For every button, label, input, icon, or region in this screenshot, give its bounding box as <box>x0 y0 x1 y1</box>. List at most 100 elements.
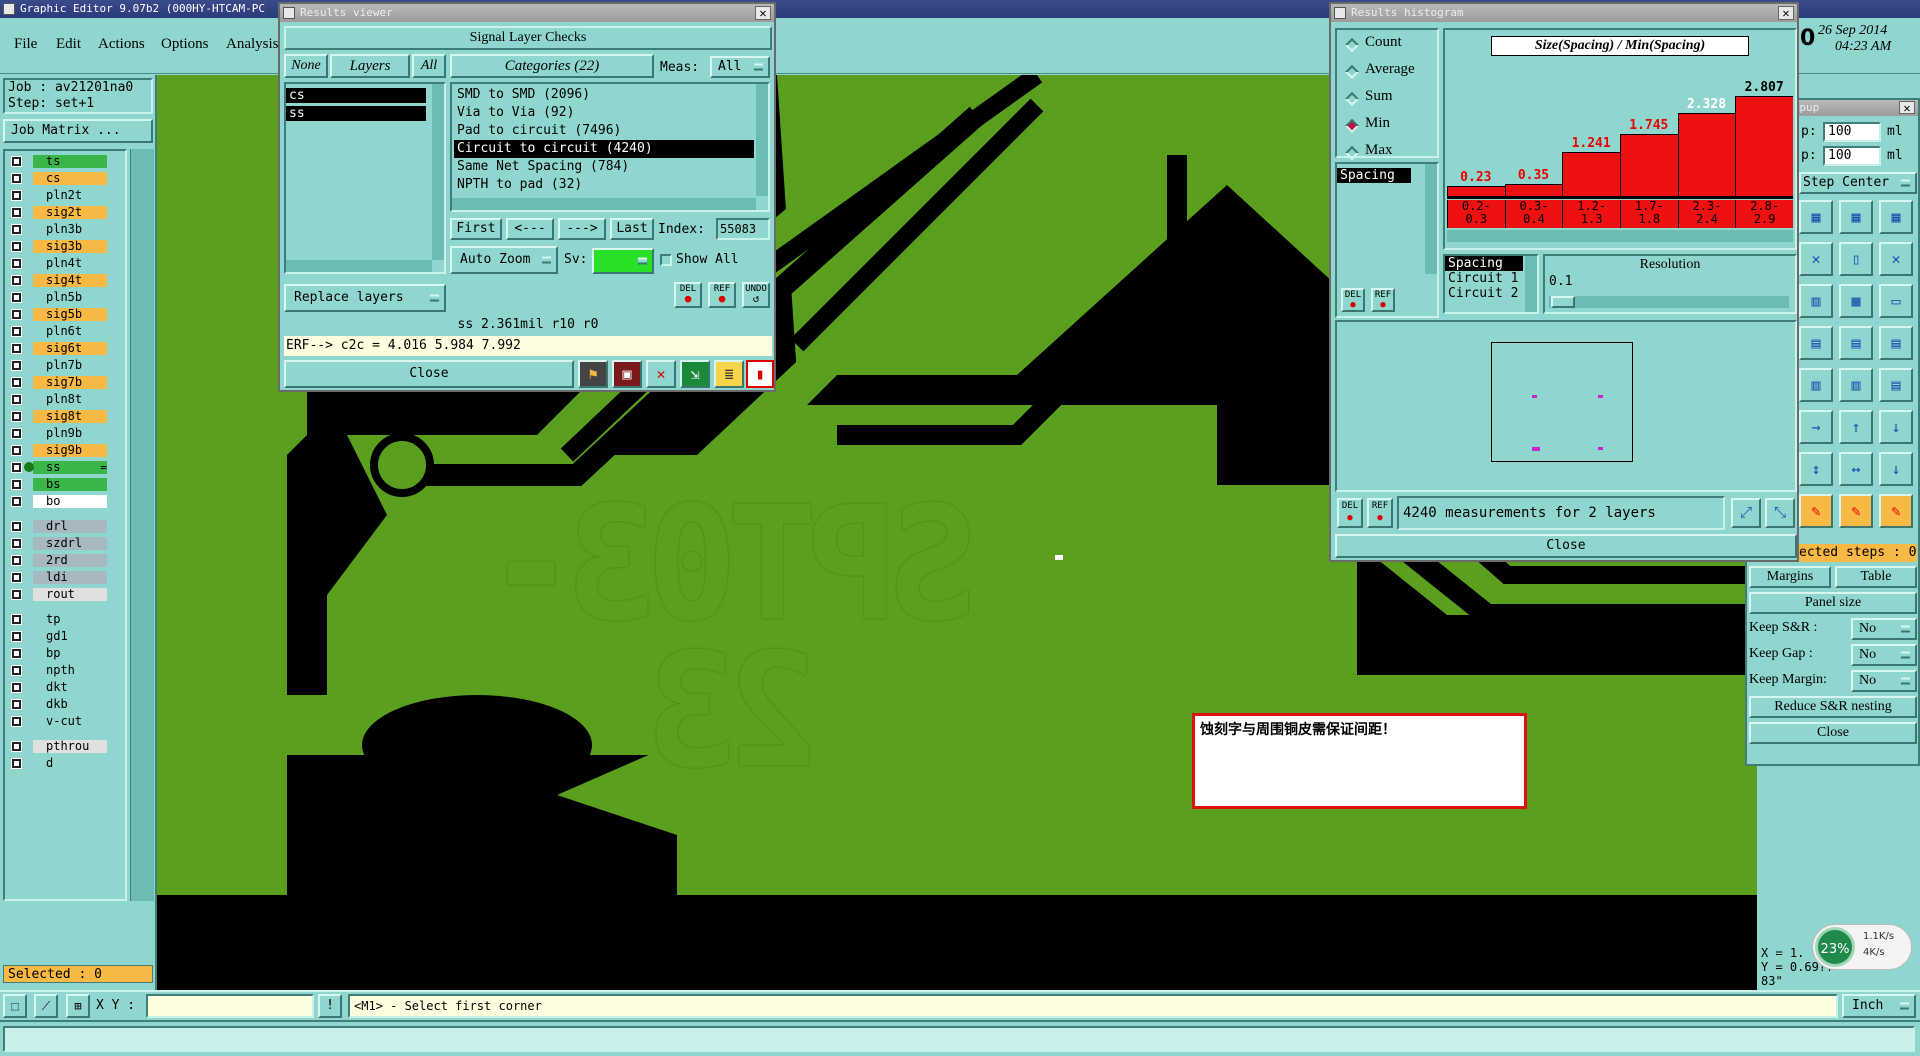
group-tool-icon[interactable]: ▭ <box>1879 284 1913 318</box>
layer-checkbox[interactable] <box>11 190 22 201</box>
grid-tool-icon[interactable]: ▦ <box>1879 200 1913 234</box>
mode-radio[interactable] <box>1344 37 1360 53</box>
histogram-bar[interactable] <box>1735 96 1793 196</box>
zoom-in-icon[interactable]: ⤢ <box>1731 498 1761 528</box>
layer-name[interactable]: bs <box>33 478 107 491</box>
layer-name[interactable]: sig7b <box>33 376 107 389</box>
layer-checkbox[interactable] <box>11 496 22 507</box>
mode-label[interactable]: Min <box>1365 115 1390 132</box>
move-tool-icon[interactable]: → <box>1799 410 1833 444</box>
layer-checkbox[interactable] <box>11 173 22 184</box>
layer-row[interactable]: d <box>11 757 107 770</box>
field-list-vscroll[interactable] <box>1425 164 1437 274</box>
edit-tool-icon[interactable]: ✎ <box>1879 494 1913 528</box>
field-spacing[interactable]: Spacing <box>1337 168 1411 183</box>
report-icon[interactable]: ▣ <box>612 360 642 388</box>
next-button[interactable]: ---> <box>558 218 606 240</box>
axis-spacing[interactable]: Spacing <box>1445 256 1523 271</box>
layer-name[interactable]: cs <box>33 172 107 185</box>
layer-name[interactable]: dkb <box>33 698 107 711</box>
layer-checkbox[interactable] <box>11 758 22 769</box>
prev-button[interactable]: <--- <box>506 218 554 240</box>
layer-row[interactable]: pthrou <box>11 740 107 753</box>
grid-tool-icon[interactable]: ▦ <box>1839 200 1873 234</box>
layer-name[interactable]: pln9b <box>33 427 107 440</box>
layer-name[interactable]: bo <box>33 495 107 508</box>
histogram-bar[interactable] <box>1620 133 1678 196</box>
layer-checkbox[interactable] <box>11 428 22 439</box>
layer-row[interactable]: sig7b <box>11 376 107 389</box>
layer-row[interactable]: sig2t <box>11 206 107 219</box>
layer-results-list[interactable]: cs ss <box>284 82 446 274</box>
layer-row[interactable]: bs <box>11 478 107 491</box>
layer-row[interactable]: sig4t <box>11 274 107 287</box>
category-item[interactable]: Via to Via (92) <box>454 104 754 122</box>
layer-checkbox[interactable] <box>11 699 22 710</box>
layer-name[interactable]: tp <box>33 613 107 626</box>
histogram-bar[interactable] <box>1504 183 1563 196</box>
menu-actions[interactable]: Actions <box>98 36 145 53</box>
flip-tool-icon[interactable]: ✕ <box>1879 242 1913 276</box>
layer-row[interactable]: ts <box>11 155 107 168</box>
layer-row[interactable]: tp <box>11 613 107 626</box>
index-input[interactable]: 55083 <box>716 218 770 240</box>
layer-row[interactable]: pln4t <box>11 257 107 270</box>
edit-tool-icon[interactable]: ✎ <box>1799 494 1833 528</box>
layer-name[interactable]: pln8t <box>33 393 107 406</box>
menu-edit[interactable]: Edit <box>56 36 81 53</box>
layer-row[interactable]: pln5b <box>11 291 107 304</box>
axis-list[interactable]: Spacing Circuit 1 Circuit 2 <box>1443 254 1539 314</box>
layer-row[interactable]: pln7b <box>11 359 107 372</box>
layer-name[interactable]: drl <box>33 520 107 533</box>
category-item[interactable]: Pad to circuit (7496) <box>454 122 754 140</box>
histogram-bar[interactable] <box>1447 186 1505 196</box>
first-button[interactable]: First <box>450 218 502 240</box>
replace-layers-select[interactable]: Replace layers <box>284 284 446 312</box>
mode-label[interactable]: Max <box>1365 142 1393 159</box>
layer-row[interactable]: pln2t <box>11 189 107 202</box>
edit-tool-icon[interactable]: ✎ <box>1839 494 1873 528</box>
layer-name[interactable]: dkt <box>33 681 107 694</box>
layer-checkbox[interactable] <box>11 156 22 167</box>
layer-list-vscroll[interactable] <box>432 84 444 260</box>
menu-analysis[interactable]: Analysis <box>226 36 279 53</box>
field1-input[interactable]: 100 <box>1823 122 1881 142</box>
table-button[interactable]: Table <box>1835 566 1917 588</box>
layer-checkbox[interactable] <box>11 665 22 676</box>
close-icon[interactable]: ✕ <box>755 6 771 20</box>
layer-name[interactable]: bp <box>33 647 107 660</box>
sv-color-select[interactable] <box>592 248 654 274</box>
all-button[interactable]: All <box>412 54 446 78</box>
hist-ref-icon-left[interactable]: REF ● <box>1371 288 1395 312</box>
flip-tool-icon[interactable]: ▯ <box>1839 242 1873 276</box>
layer-checkbox[interactable] <box>11 411 22 422</box>
layer-checkbox[interactable] <box>11 241 22 252</box>
layer-row[interactable]: ss = <box>11 461 107 474</box>
category-item[interactable]: Same Net Spacing (784) <box>454 158 754 176</box>
layer-checkbox[interactable] <box>11 224 22 235</box>
flip-tool-icon[interactable]: ✕ <box>1799 242 1833 276</box>
unit-select[interactable]: Inch <box>1842 994 1916 1018</box>
move-tool-icon[interactable]: ↓ <box>1879 410 1913 444</box>
histogram-icon[interactable]: ▮ <box>746 360 774 388</box>
category-vscroll[interactable] <box>756 84 768 196</box>
layer-name[interactable]: pthrou <box>33 740 107 753</box>
layer-name[interactable]: rout <box>33 588 107 601</box>
keep-sr-select[interactable]: No <box>1851 618 1917 640</box>
layer-name[interactable]: szdrl <box>33 537 107 550</box>
notes-icon[interactable]: ≣ <box>714 360 744 388</box>
histogram-bar[interactable] <box>1562 151 1620 196</box>
layer-checkbox[interactable] <box>11 682 22 693</box>
meas-select[interactable]: All <box>710 56 770 78</box>
close-icon[interactable]: ✕ <box>1899 101 1915 114</box>
resolution-slider[interactable] <box>1549 296 1789 308</box>
panel-size-button[interactable]: Panel size <box>1749 592 1917 614</box>
hist-del-icon[interactable]: DEL ● <box>1337 498 1363 528</box>
layer-checkbox[interactable] <box>11 631 22 642</box>
layer-name[interactable]: ldi <box>33 571 107 584</box>
histogram-close-button[interactable]: Close <box>1335 534 1797 558</box>
export-icon[interactable]: ⇲ <box>680 360 710 388</box>
layer-name[interactable]: pln6t <box>33 325 107 338</box>
layer-checkbox[interactable] <box>11 589 22 600</box>
layer-row[interactable]: gd1 <box>11 630 107 643</box>
